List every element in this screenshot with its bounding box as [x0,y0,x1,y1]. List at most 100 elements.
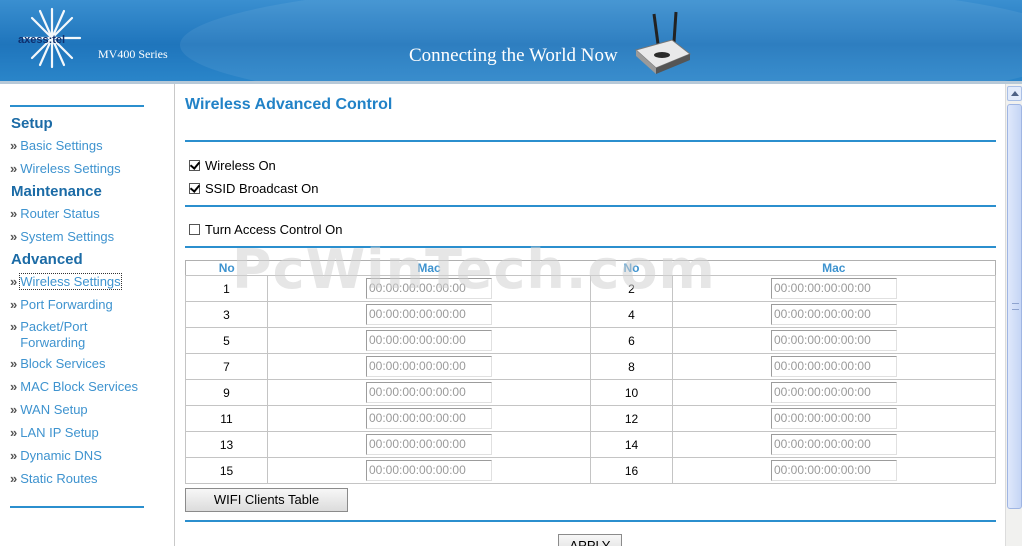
mac-address-input[interactable]: 00:00:00:00:00:00 [366,304,492,325]
banner-decoration [180,0,1022,81]
row-number: 16 [590,457,673,484]
scroll-thumb[interactable] [1007,104,1022,509]
column-header-mac: Mac [672,260,996,276]
sidebar-item-wan-setup[interactable]: » WAN Setup [10,402,88,418]
header-banner: axess:tel MV400 Series Connecting the Wo… [0,0,1022,81]
row-number: 14 [590,431,673,458]
mac-address-input[interactable]: 00:00:00:00:00:00 [771,278,897,299]
mac-cell: 00:00:00:00:00:00 [672,405,996,432]
wireless-on-option[interactable]: Wireless On [189,158,276,173]
mac-cell: 00:00:00:00:00:00 [267,405,591,432]
sidebar-item-lan-ip-setup[interactable]: » LAN IP Setup [10,425,99,441]
wifi-clients-table-button[interactable]: WIFI Clients Table [185,488,348,512]
tagline: Connecting the World Now [409,45,618,66]
table-header-row: No Mac No Mac [185,260,996,276]
mac-cell: 00:00:00:00:00:00 [672,457,996,484]
product-series: MV400 Series [98,47,168,61]
sidebar-heading-advanced: Advanced [11,251,83,268]
ssid-broadcast-checkbox[interactable] [189,183,200,194]
row-number: 5 [185,327,268,354]
wireless-on-checkbox[interactable] [189,160,200,171]
row-number: 8 [590,353,673,380]
sidebar-item-router-status[interactable]: » Router Status [10,206,100,222]
sidebar-item-basic-settings[interactable]: » Basic Settings [10,138,103,154]
ssid-broadcast-option[interactable]: SSID Broadcast On [189,181,318,196]
access-control-label: Turn Access Control On [205,222,343,237]
access-control-checkbox[interactable] [189,224,200,235]
row-number: 1 [185,275,268,302]
sidebar-item-static-routes[interactable]: » Static Routes [10,471,98,487]
column-header-mac: Mac [267,260,591,276]
mac-address-input[interactable]: 00:00:00:00:00:00 [366,408,492,429]
sidebar-heading-setup: Setup [11,115,53,132]
sidebar-item-advanced-wireless-settings[interactable]: » Wireless Settings [10,273,122,290]
sidebar-divider-bottom [10,506,144,508]
table-row: 3 00:00:00:00:00:00 4 00:00:00:00:00:00 [185,301,996,328]
column-header-no: No [590,260,673,276]
main-panel: Wireless Advanced Control Wireless On SS… [176,84,1005,546]
mac-address-input[interactable]: 00:00:00:00:00:00 [771,356,897,377]
mac-address-input[interactable]: 00:00:00:00:00:00 [366,460,492,481]
apply-button[interactable]: APPLY [558,534,622,546]
mac-address-input[interactable]: 00:00:00:00:00:00 [771,460,897,481]
row-number: 3 [185,301,268,328]
mac-address-input[interactable]: 00:00:00:00:00:00 [771,382,897,403]
mac-address-input[interactable]: 00:00:00:00:00:00 [366,434,492,455]
mac-cell: 00:00:00:00:00:00 [672,431,996,458]
sidebar-item-mac-block-services[interactable]: » MAC Block Services [10,379,138,395]
access-control-option[interactable]: Turn Access Control On [189,222,343,237]
mac-access-table: No Mac No Mac 1 00:00:00:00:00:00 2 00:00:0… [185,260,996,484]
scroll-grip-icon [1012,303,1019,310]
mac-address-input[interactable]: 00:00:00:00:00:00 [771,304,897,325]
ssid-broadcast-label: SSID Broadcast On [205,181,319,196]
mac-address-input[interactable]: 00:00:00:00:00:00 [366,356,492,377]
sidebar-item-block-services[interactable]: » Block Services [10,356,105,372]
mac-cell: 00:00:00:00:00:00 [672,379,996,406]
mac-address-input[interactable]: 00:00:00:00:00:00 [366,278,492,299]
mac-cell: 00:00:00:00:00:00 [267,457,591,484]
mac-cell: 00:00:00:00:00:00 [267,275,591,302]
row-number: 15 [185,457,268,484]
section-divider [185,246,996,248]
sidebar-item-system-settings[interactable]: » System Settings [10,229,114,245]
vertical-scrollbar[interactable] [1005,84,1022,546]
row-number: 13 [185,431,268,458]
row-number: 6 [590,327,673,354]
column-header-no: No [185,260,268,276]
section-divider [185,520,996,522]
table-row: 13 00:00:00:00:00:00 14 00:00:00:00:00:00 [185,431,996,458]
sidebar-item-setup-wireless-settings[interactable]: » Wireless Settings [10,161,121,177]
table-row: 7 00:00:00:00:00:00 8 00:00:00:00:00:00 [185,353,996,380]
mac-cell: 00:00:00:00:00:00 [267,301,591,328]
sidebar-divider-top [10,105,144,107]
section-divider [185,205,996,207]
mac-address-input[interactable]: 00:00:00:00:00:00 [771,330,897,351]
mac-cell: 00:00:00:00:00:00 [267,379,591,406]
sidebar-item-dynamic-dns[interactable]: » Dynamic DNS [10,448,102,464]
scroll-up-arrow-icon[interactable] [1007,86,1022,101]
row-number: 10 [590,379,673,406]
sidebar-heading-maintenance: Maintenance [11,183,102,200]
wireless-on-label: Wireless On [205,158,276,173]
mac-cell: 00:00:00:00:00:00 [672,327,996,354]
mac-address-input[interactable]: 00:00:00:00:00:00 [366,330,492,351]
mac-cell: 00:00:00:00:00:00 [267,431,591,458]
section-divider [185,140,996,142]
row-number: 4 [590,301,673,328]
mac-address-input[interactable]: 00:00:00:00:00:00 [771,408,897,429]
mac-cell: 00:00:00:00:00:00 [672,301,996,328]
row-number: 11 [185,405,268,432]
row-number: 9 [185,379,268,406]
mac-cell: 00:00:00:00:00:00 [672,275,996,302]
row-number: 12 [590,405,673,432]
table-row: 9 00:00:00:00:00:00 10 00:00:00:00:00:00 [185,379,996,406]
mac-address-input[interactable]: 00:00:00:00:00:00 [771,434,897,455]
sidebar-item-port-forwarding[interactable]: » Port Forwarding [10,297,113,313]
mac-address-input[interactable]: 00:00:00:00:00:00 [366,382,492,403]
sidebar-nav: Setup » Basic Settings » Wireless Settings… [0,84,175,546]
row-number: 7 [185,353,268,380]
page-title: Wireless Advanced Control [185,96,393,113]
sidebar-item-packet-port-forwarding[interactable]: » Packet/Port Forwarding [10,319,130,351]
table-row: 1 00:00:00:00:00:00 2 00:00:00:00:00:00 [185,275,996,302]
router-icon [634,11,691,74]
